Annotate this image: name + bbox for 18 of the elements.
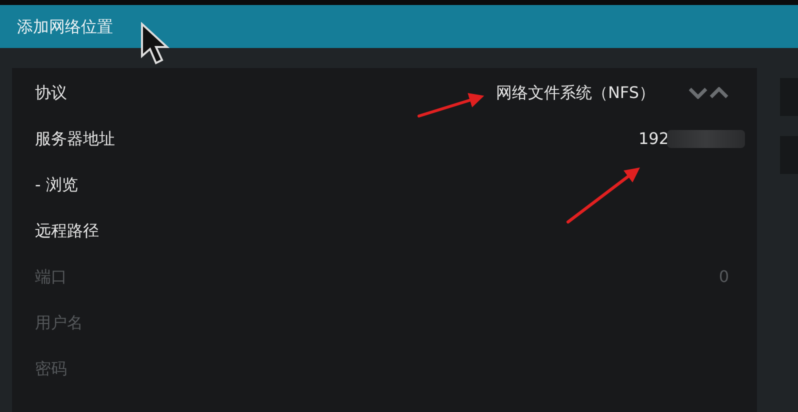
setting-row[interactable]: 协议 网络文件系统（NFS） (12, 70, 757, 116)
setting-label: 密码 (35, 358, 67, 380)
mouse-pointer-icon (140, 22, 170, 66)
setting-row[interactable]: 服务器地址 192 (12, 116, 757, 162)
setting-label: 端口 (35, 266, 67, 288)
setting-label: 远程路径 (35, 220, 99, 242)
window-title: 添加网络位置 (17, 16, 113, 38)
setting-value: 0 (718, 266, 729, 288)
setting-row[interactable]: 远程路径 (12, 208, 757, 254)
setting-row[interactable]: - 浏览 (12, 162, 757, 208)
up-down-chevron-icon[interactable] (689, 87, 729, 99)
setting-label: 用户名 (35, 312, 83, 334)
setting-label: 协议 (35, 82, 67, 104)
setting-label: 服务器地址 (35, 128, 115, 150)
setting-label: - 浏览 (35, 174, 78, 196)
setting-value: 网络文件系统（NFS） (496, 82, 655, 104)
annotation-arrow (418, 93, 484, 118)
setting-value: 192 (638, 128, 669, 150)
